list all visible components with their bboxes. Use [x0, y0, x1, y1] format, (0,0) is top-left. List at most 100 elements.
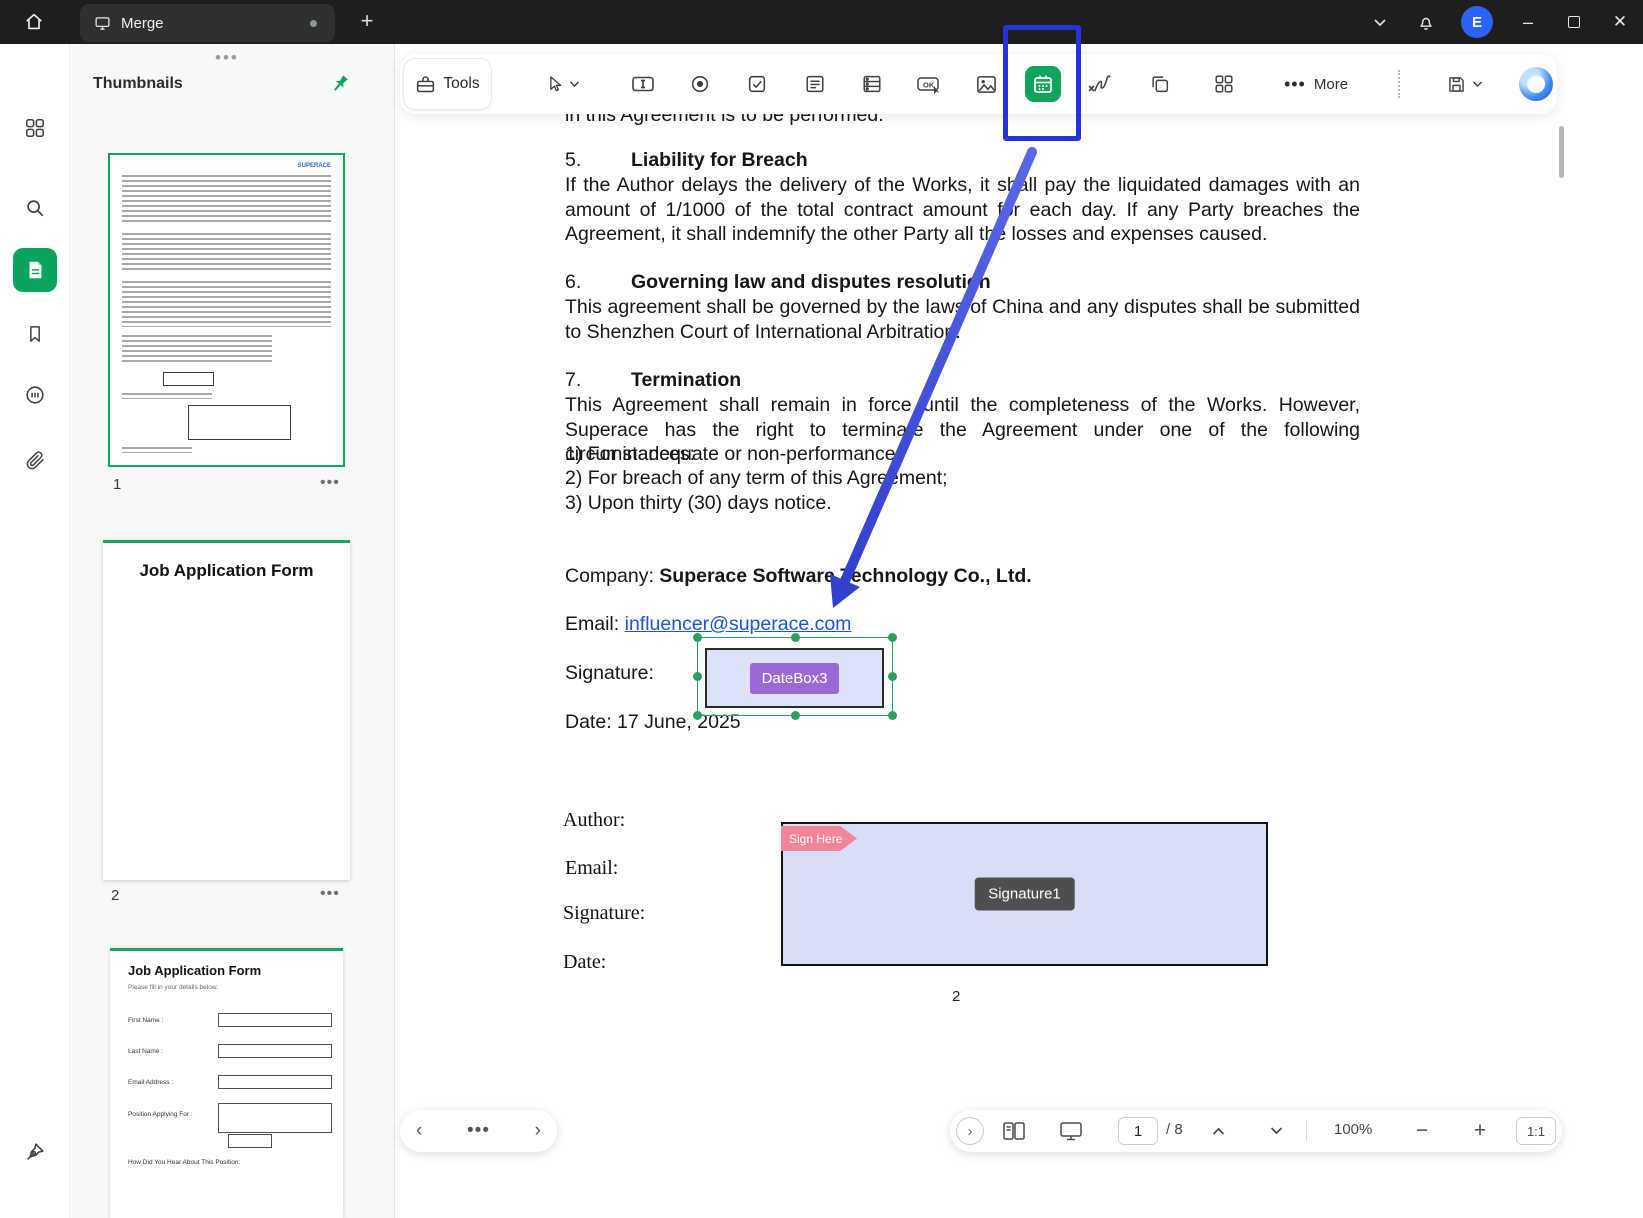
thumbnails-panel-button[interactable]	[13, 248, 57, 292]
doc-heading-6: 6. Governing law and disputes resolution	[565, 271, 991, 293]
sign-here-flag[interactable]: Sign Here	[781, 826, 857, 851]
home-button[interactable]	[20, 9, 48, 35]
page-number-input[interactable]: 1	[1118, 1117, 1158, 1145]
button-tool-icon[interactable]: OK	[909, 64, 949, 104]
combo-box-tool-icon[interactable]	[852, 64, 892, 104]
page-1-menu[interactable]: •••	[320, 474, 340, 492]
highlight-annotation-box	[1003, 25, 1081, 141]
panel-drag-handle[interactable]: •••	[215, 48, 239, 68]
tab-title: Merge	[121, 14, 164, 32]
page-1-number: 1	[113, 476, 122, 493]
signature-form-field[interactable]: Sign Here Signature1	[781, 822, 1268, 966]
notifications-bell-icon[interactable]	[1403, 0, 1449, 44]
search-icon[interactable]	[13, 186, 57, 230]
nav-more-icon[interactable]: •••	[467, 1120, 490, 1142]
resize-handle[interactable]	[693, 672, 702, 681]
pen-tool-icon[interactable]	[13, 1130, 57, 1174]
thumb3-field-box-small	[228, 1134, 272, 1148]
document-tab[interactable]: Merge	[80, 4, 335, 42]
text-field-tool-icon[interactable]	[623, 64, 663, 104]
checkbox-tool-icon[interactable]	[737, 64, 777, 104]
reading-mode-icon[interactable]	[1057, 1119, 1085, 1143]
thumbnail-page-3[interactable]: Job Application Form Please fill in your…	[110, 948, 343, 1218]
expand-panel-button[interactable]: ›	[956, 1117, 984, 1145]
nav-forward-icon[interactable]: ›	[535, 1120, 541, 1142]
resize-handle[interactable]	[693, 711, 702, 720]
page-2-row: 2	[111, 887, 119, 904]
doc-list-item-3: 3) Upon thirty (30) days notice.	[565, 492, 832, 514]
resize-handle[interactable]	[888, 672, 897, 681]
next-page-chevron-icon[interactable]	[1262, 1119, 1290, 1143]
image-field-tool-icon[interactable]	[966, 64, 1006, 104]
titlebar-chevron-down-icon[interactable]	[1357, 0, 1403, 44]
list-box-tool-icon[interactable]	[795, 64, 835, 104]
doc-email2-label: Email:	[565, 857, 619, 879]
zoom-out-button[interactable]: −	[1408, 1117, 1436, 1145]
field-selection-frame	[693, 633, 897, 720]
zoom-level-label: 100%	[1334, 1121, 1373, 1138]
thumb3-field-box	[218, 1044, 332, 1058]
thumb3-field-label: First Name :	[128, 1017, 164, 1024]
window-close-button[interactable]: ✕	[1597, 0, 1643, 44]
email-link[interactable]: influencer@superace.com	[625, 613, 852, 635]
thumb2-title: Job Application Form	[139, 561, 314, 580]
doc-date2-label: Date:	[563, 951, 607, 973]
resize-handle[interactable]	[693, 633, 702, 642]
attachments-paperclip-icon[interactable]	[13, 438, 57, 482]
thumb1-signature-box-small	[163, 372, 214, 386]
pin-icon[interactable]	[328, 72, 352, 96]
select-tool-button[interactable]	[532, 64, 592, 104]
thumb3-field-label: Email Address :	[128, 1079, 174, 1086]
doc-paragraph-6: This agreement shall be governed by the …	[565, 296, 1360, 343]
tab-unsaved-dot	[310, 20, 317, 27]
doc-signature-label: Signature:	[565, 662, 654, 684]
layout-grid-tool-icon[interactable]	[1204, 64, 1244, 104]
resize-handle[interactable]	[888, 711, 897, 720]
resize-handle[interactable]	[790, 711, 800, 720]
zoom-in-button[interactable]: +	[1466, 1117, 1494, 1145]
user-avatar[interactable]: E	[1461, 6, 1493, 38]
thumb3-subtitle: Please fill in your details below.	[128, 984, 218, 991]
vertical-scrollbar-thumb[interactable]	[1559, 126, 1564, 178]
window-minimize-button[interactable]: –	[1505, 0, 1551, 44]
thumb1-text-lines	[122, 175, 331, 223]
thumbnails-panel: ••• Thumbnails SUPERACE 1 ••• Job Applic…	[70, 44, 395, 1218]
thumb1-signature-box-large	[188, 405, 291, 440]
apps-grid-icon[interactable]	[13, 106, 57, 150]
thumbnail-page-1[interactable]: SUPERACE	[108, 153, 345, 467]
thumbnail-page-2[interactable]: Job Application Form	[103, 540, 350, 880]
resize-handle[interactable]	[790, 633, 800, 642]
new-tab-button[interactable]: +	[352, 6, 382, 36]
radio-button-tool-icon[interactable]	[680, 64, 720, 104]
signature-field-label: Signature1	[974, 877, 1075, 911]
doc-paragraph-5: If the Author delays the delivery of the…	[565, 174, 1360, 245]
signature-field-tool-icon[interactable]	[1080, 64, 1120, 104]
doc-heading-5: 5. Liability for Breach	[565, 149, 808, 171]
page-2-number: 2	[111, 887, 120, 904]
comments-icon[interactable]	[13, 373, 57, 417]
thumb3-field-label: Last Name :	[128, 1048, 164, 1055]
nav-back-icon[interactable]: ‹	[416, 1120, 422, 1142]
two-page-view-icon[interactable]	[1000, 1119, 1028, 1143]
svg-text:OK: OK	[923, 81, 935, 90]
duplicate-tool-icon[interactable]	[1140, 64, 1180, 104]
previous-page-chevron-icon[interactable]	[1204, 1119, 1232, 1143]
status-bar: › 1 / 8 100% − + 1:1	[950, 1110, 1562, 1152]
resize-handle[interactable]	[888, 633, 897, 642]
tools-button[interactable]: Tools	[403, 58, 492, 110]
actual-size-button[interactable]: 1:1	[1516, 1117, 1556, 1145]
home-icon	[23, 11, 45, 33]
save-button[interactable]	[1438, 64, 1490, 104]
more-label: More	[1313, 75, 1349, 93]
thumb3-title: Job Application Form	[128, 963, 262, 978]
doc-email-line: Email: influencer@superace.com	[565, 613, 852, 635]
left-icon-rail	[0, 44, 70, 1218]
window-maximize-button[interactable]	[1551, 0, 1597, 44]
more-tools-button[interactable]: ••• More	[1270, 64, 1362, 104]
tools-label: Tools	[443, 75, 480, 92]
toolbar-separator	[1398, 70, 1400, 98]
thumb3-field-box	[218, 1075, 332, 1089]
ai-assistant-button[interactable]	[1519, 67, 1553, 101]
bookmarks-icon[interactable]	[13, 312, 57, 356]
page-2-menu[interactable]: •••	[320, 885, 340, 903]
